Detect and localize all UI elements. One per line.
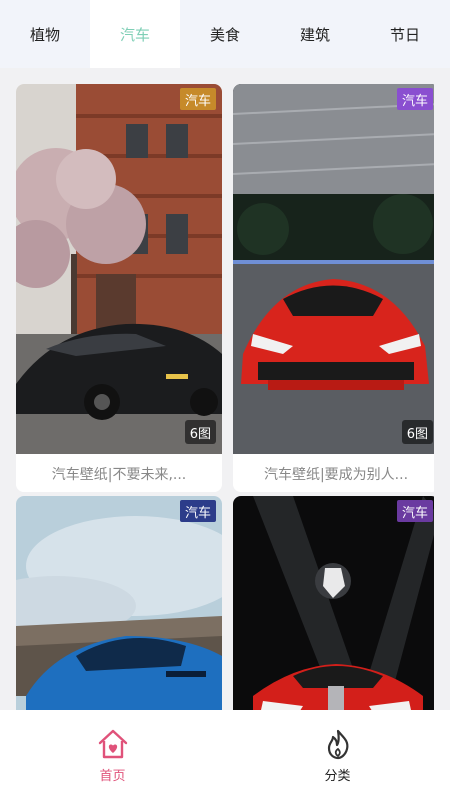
image-count-badge: 6图	[184, 420, 216, 444]
tab-holidays[interactable]: 节日	[360, 0, 450, 68]
nav-category[interactable]: 分类	[225, 710, 450, 800]
wallpaper-image	[233, 84, 434, 454]
wallpaper-image	[16, 496, 222, 710]
category-badge: 汽车	[179, 88, 216, 110]
tab-food[interactable]: 美食	[180, 0, 270, 68]
category-badge: 汽车	[179, 500, 216, 522]
tab-plants[interactable]: 植物	[0, 0, 90, 68]
wallpaper-caption: 汽车壁纸|要成为别人...	[233, 456, 434, 492]
tab-cars[interactable]: 汽车	[90, 0, 180, 68]
flame-icon	[327, 729, 348, 759]
wallpaper-card[interactable]: 汽车	[16, 496, 222, 710]
home-icon	[98, 729, 127, 758]
wallpaper-caption: 汽车壁纸|不要未来,...	[16, 456, 222, 492]
wallpaper-card[interactable]: 汽车	[233, 496, 434, 710]
wallpaper-card[interactable]: 汽车 6图 汽车壁纸|要成为别人...	[233, 84, 434, 492]
category-tab-bar: 植物 汽车 美食 建筑 节日	[0, 0, 450, 68]
bottom-navigation: 首页 分类	[0, 710, 450, 800]
tab-architecture[interactable]: 建筑	[270, 0, 360, 68]
nav-category-label: 分类	[324, 768, 351, 784]
category-badge: 汽车	[396, 88, 433, 110]
nav-home[interactable]: 首页	[0, 710, 225, 800]
image-count-badge: 6图	[401, 420, 433, 444]
wallpaper-image	[233, 496, 434, 710]
wallpaper-grid: 汽车 6图 汽车壁纸|不要未来,... 汽车 6图 汽车壁纸|要成为别人... …	[16, 84, 434, 710]
wallpaper-card[interactable]: 汽车 6图 汽车壁纸|不要未来,...	[16, 84, 222, 492]
category-badge: 汽车	[396, 500, 433, 522]
nav-home-label: 首页	[99, 768, 126, 784]
wallpaper-image	[16, 84, 222, 454]
